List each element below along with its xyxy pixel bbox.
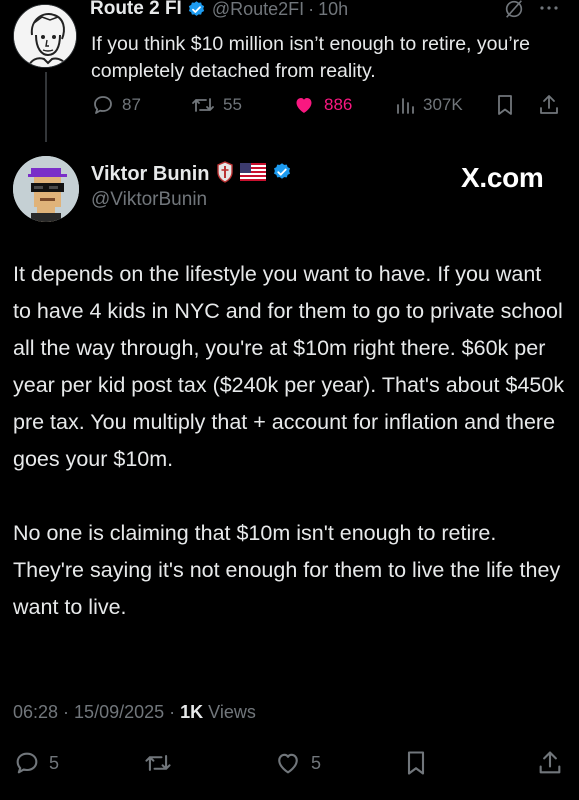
parent-action-bar: 87 55 886 307K [0,92,579,118]
parent-bookmark-button[interactable] [495,92,515,118]
share-button[interactable] [536,748,564,778]
author-name[interactable]: Viktor Bunin [91,163,210,186]
reply-icon [16,752,38,774]
parent-timestamp[interactable]: 10h [318,0,348,20]
tweet-action-bar: 5 5 [0,748,579,778]
like-button[interactable]: 5 [273,748,321,778]
tweet-paragraph: It depends on the lifestyle you want to … [13,262,565,471]
heart-filled-icon [296,98,312,113]
retweet-button[interactable] [143,748,173,778]
views-icon [397,98,414,114]
verified-badge-icon [187,0,206,19]
bookmark-icon [498,95,512,115]
bookmark-icon [407,751,425,775]
parent-retweet-button[interactable]: 55 [190,92,242,118]
xcom-watermark: X.com [461,162,544,193]
parent-views-button[interactable]: 307K [394,92,463,118]
separator-dot: · [58,702,75,722]
parent-reply-button[interactable]: 87 [91,92,141,118]
share-icon [539,751,561,774]
parent-views-count: 307K [423,95,463,114]
tweet-paragraph: No one is claiming that $10m isn't enoug… [13,521,561,619]
retweet-icon [145,755,171,771]
like-count: 5 [311,752,322,773]
parent-share-button[interactable] [537,92,561,118]
tweet-date[interactable]: 15/09/2025 [74,702,164,722]
author-header: Viktor Bunin [91,160,292,188]
separator-dot: · [308,0,315,19]
parent-author-handle[interactable]: @Route2FI [212,0,304,20]
parent-avatar[interactable] [13,4,77,68]
tweet-views-count[interactable]: 1K [180,702,203,722]
tweet-body: It depends on the lifestyle you want to … [13,256,565,626]
pixel-punk-avatar-icon [13,156,79,222]
author-avatar[interactable] [13,156,79,222]
parent-tweet-text: If you think $10 million isn’t enough to… [91,33,530,82]
reply-button[interactable]: 5 [13,748,59,778]
parent-reply-count: 87 [122,95,141,114]
grok-icon[interactable] [503,0,525,20]
parent-like-button[interactable]: 886 [291,92,352,118]
parent-like-count: 886 [324,95,353,114]
tweet-time[interactable]: 06:28 [13,702,58,722]
more-icon[interactable] [537,0,561,20]
tweet-views-label: Views [203,702,256,722]
retweet-icon [192,98,214,112]
reply-count: 5 [49,752,60,773]
reply-icon [94,96,112,114]
verified-badge-icon [272,162,292,187]
share-icon [540,95,558,114]
tweet-meta: 06:28 · 15/09/2025 · 1K Views [13,702,256,723]
parent-retweet-count: 55 [223,95,242,114]
sketch-portrait-icon [14,5,76,67]
bookmark-button[interactable] [404,748,428,778]
parent-author-name[interactable]: Route 2 FI [90,0,182,20]
parent-header: Route 2 FI @Route2FI · 10h [90,0,348,23]
shield-emoji-icon [216,160,234,188]
separator-dot: · [164,702,181,722]
us-flag-icon [239,162,266,186]
heart-icon [278,753,298,774]
author-handle[interactable]: @ViktorBunin [91,189,207,211]
